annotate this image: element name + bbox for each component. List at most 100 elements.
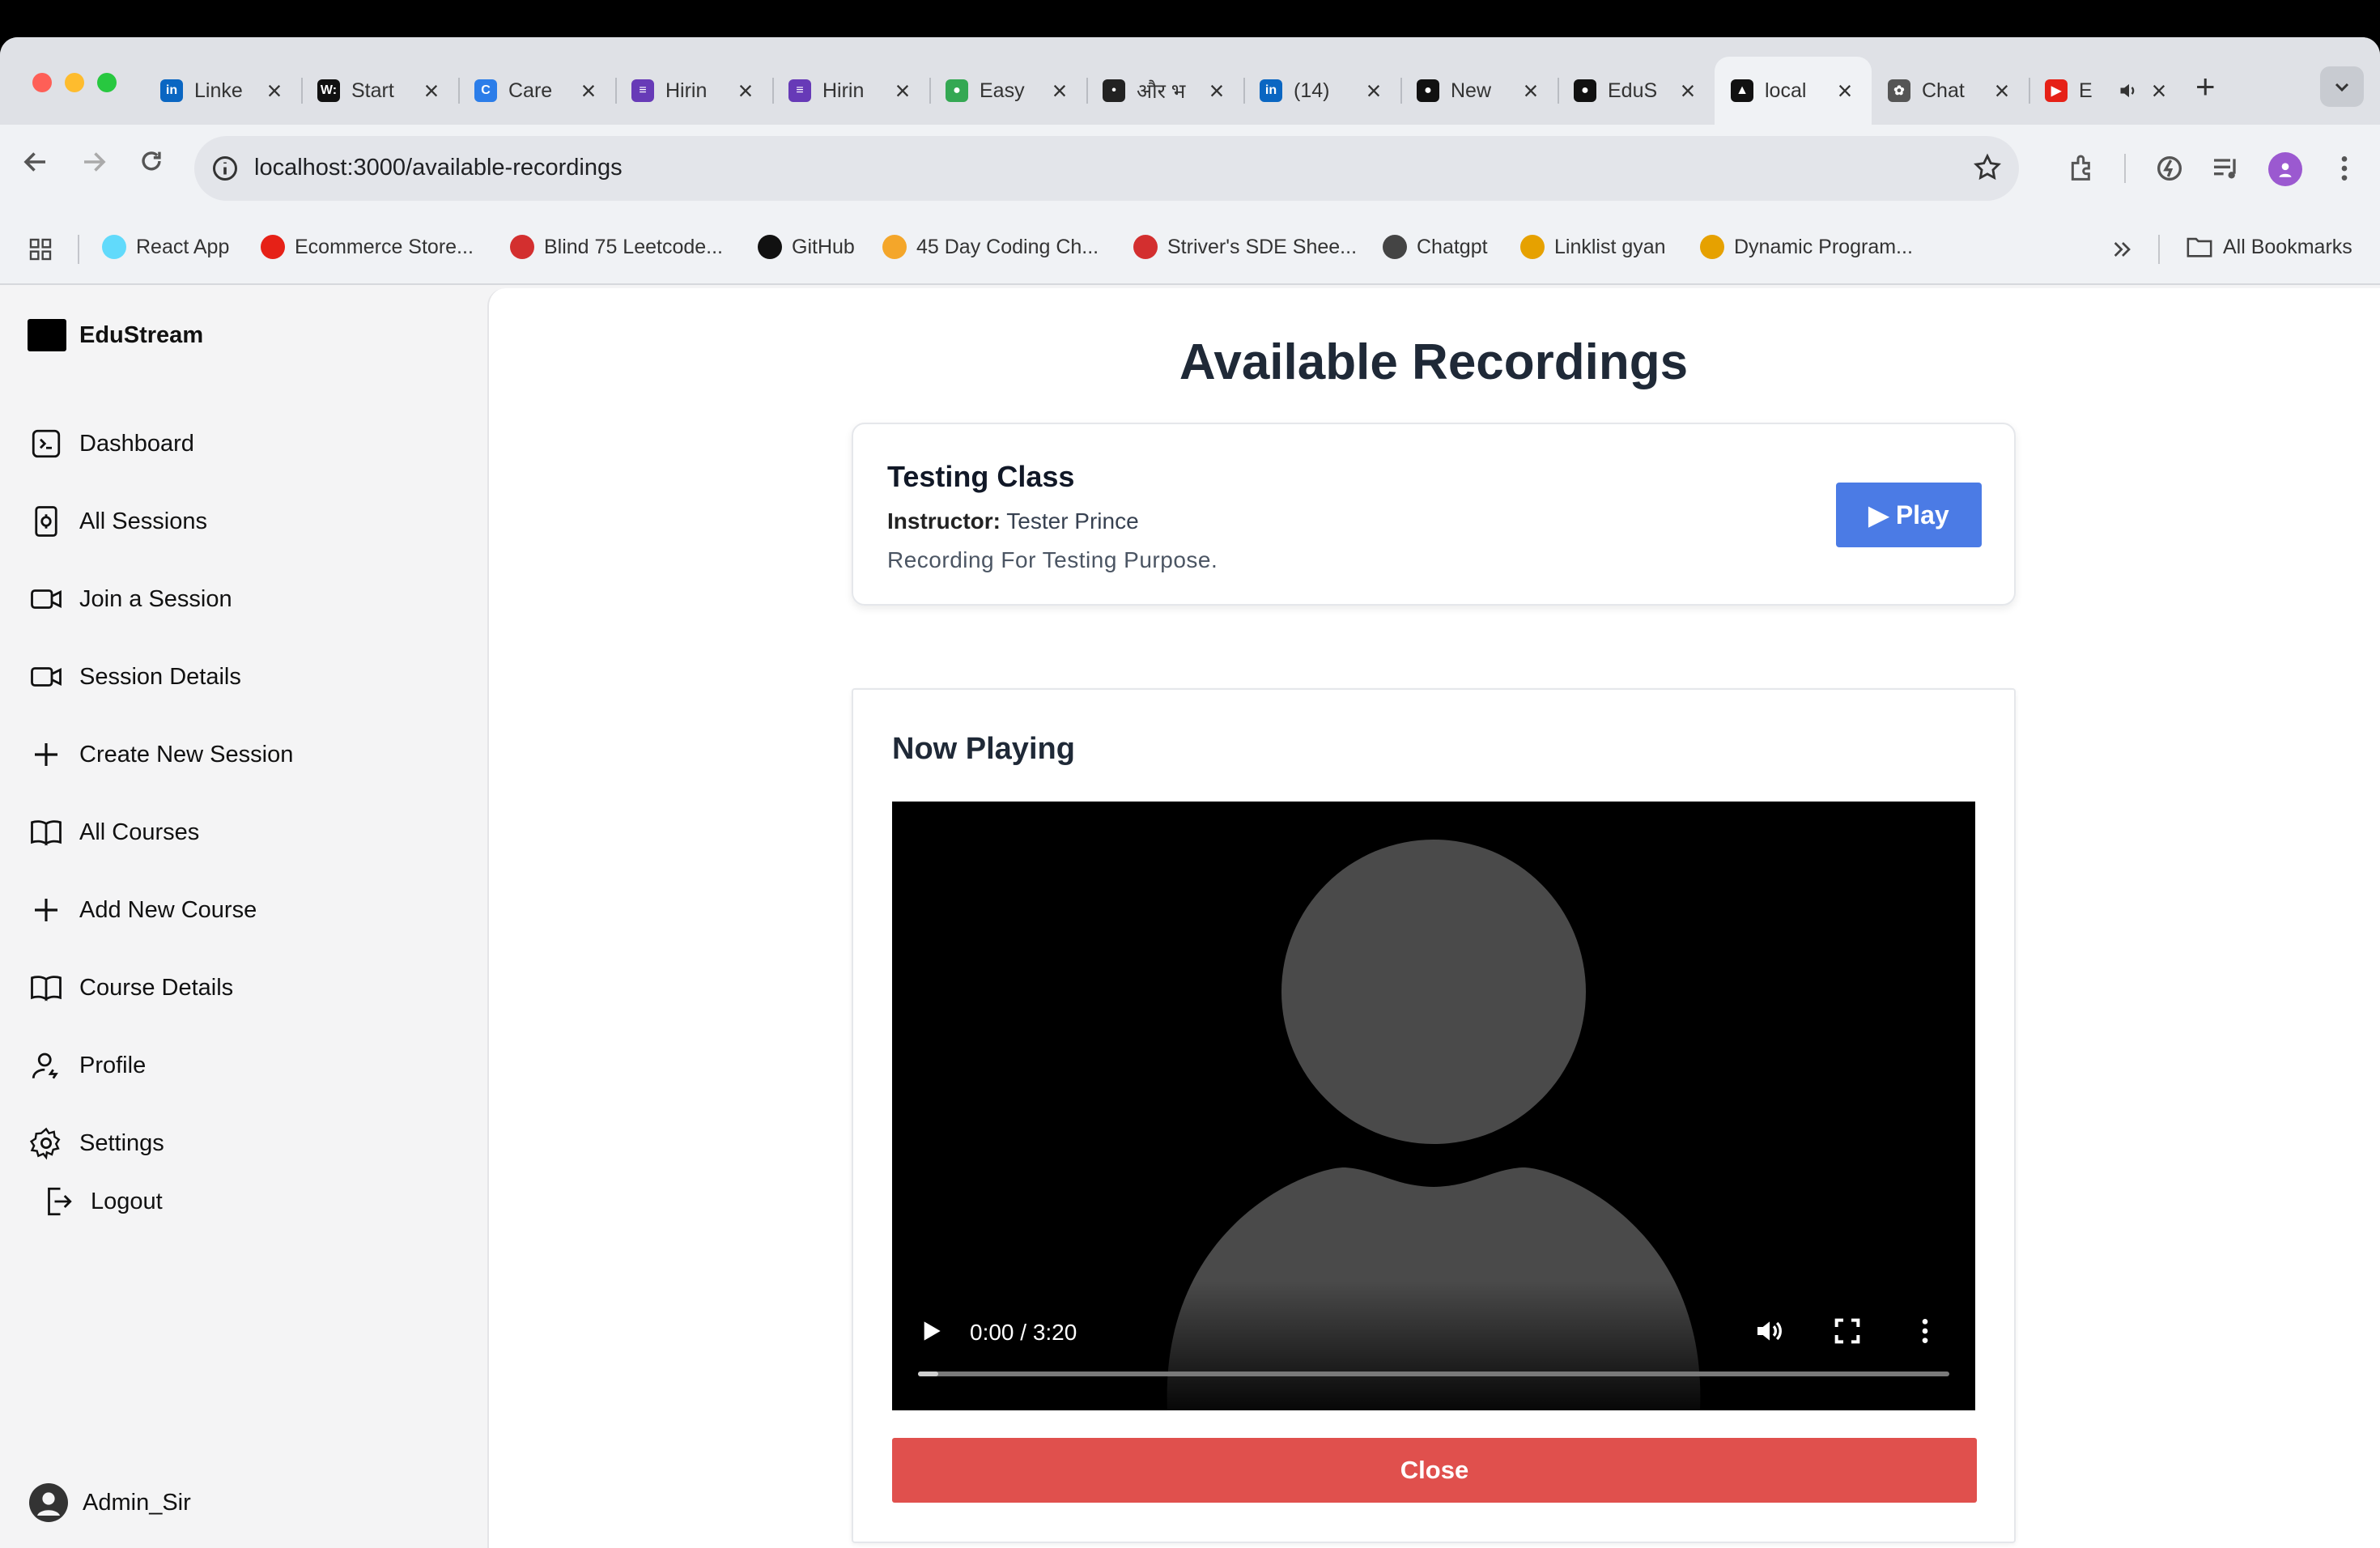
- logout-button[interactable]: Logout: [40, 1182, 163, 1221]
- browser-tab[interactable]: ● Easy ×: [929, 57, 1086, 125]
- tab-favicon-linkedin-icon: in: [160, 79, 183, 102]
- browser-tab[interactable]: in Linke ×: [144, 57, 301, 125]
- forward-button[interactable]: [79, 147, 108, 182]
- profile-icon: [2279, 163, 2292, 177]
- tab-close-icon[interactable]: ×: [1363, 78, 1384, 104]
- sidebar-item-settings[interactable]: Settings: [29, 1124, 164, 1163]
- sidebar-item-all-courses[interactable]: All Courses: [29, 813, 199, 852]
- gear-icon: [29, 1127, 61, 1160]
- sidebar-item-session-details[interactable]: Session Details: [29, 657, 241, 696]
- bookmark-item[interactable]: 45 Day Coding Ch...: [882, 235, 1099, 259]
- brand[interactable]: EduStream: [28, 319, 203, 351]
- tab-search-button[interactable]: [2320, 66, 2364, 107]
- sidebar-item-dashboard[interactable]: Dashboard: [29, 424, 194, 463]
- address-bar[interactable]: localhost:3000/available-recordings: [194, 136, 2019, 201]
- bookmark-item[interactable]: Ecommerce Store...: [261, 235, 474, 259]
- bookmark-item[interactable]: GitHub: [758, 235, 855, 259]
- tab-close-icon[interactable]: ×: [1206, 78, 1227, 104]
- play-button[interactable]: ▶ Play: [1836, 483, 1982, 547]
- volume-icon[interactable]: [1753, 1315, 1786, 1347]
- sidebar-item-label: All Courses: [79, 819, 200, 845]
- browser-tab[interactable]: • और भ ×: [1086, 57, 1243, 125]
- sidebar-item-join-a-session[interactable]: Join a Session: [29, 580, 232, 619]
- new-tab-button[interactable]: +: [2195, 70, 2216, 104]
- bookmark-item[interactable]: React App: [102, 235, 229, 259]
- site-info-icon[interactable]: [210, 154, 240, 183]
- tab-title: E: [2079, 79, 2093, 102]
- tab-close-icon[interactable]: ×: [1049, 78, 1070, 104]
- maximize-window-button[interactable]: [97, 73, 117, 92]
- sidebar-item-profile[interactable]: Profile: [29, 1046, 146, 1085]
- tab-close-icon[interactable]: ×: [1991, 78, 2012, 104]
- reload-button[interactable]: [138, 147, 165, 181]
- tab-close-icon[interactable]: ×: [1520, 78, 1541, 104]
- video-play-icon[interactable]: [915, 1315, 947, 1347]
- sidebar-item-course-details[interactable]: Course Details: [29, 968, 233, 1007]
- tab-favicon-form-icon: ≡: [788, 79, 811, 102]
- reload-icon: [142, 151, 161, 171]
- video-player[interactable]: 0:00 / 3:20: [892, 802, 1975, 1410]
- github-icon: [758, 235, 782, 259]
- tab-close-icon[interactable]: ×: [421, 78, 442, 104]
- browser-tab[interactable]: ≡ Hirin ×: [615, 57, 772, 125]
- browser-tab[interactable]: ≡ Hirin ×: [772, 57, 929, 125]
- sessions-icon: [35, 506, 57, 537]
- extensions-icon[interactable]: [2066, 152, 2098, 185]
- sidebar-item-create-new-session[interactable]: Create New Session: [29, 735, 293, 774]
- tab-favicon-career-icon: C: [474, 79, 497, 102]
- sidebar-item-add-new-course[interactable]: Add New Course: [29, 891, 257, 929]
- tab-title: और भ: [1137, 80, 1186, 103]
- browser-tab[interactable]: ● EduS ×: [1558, 57, 1715, 125]
- tab-close-icon[interactable]: ×: [1834, 78, 1855, 104]
- bookmark-item[interactable]: Chatgpt: [1383, 235, 1488, 259]
- tab-favicon-chatgpt-icon: ✿: [1888, 79, 1910, 102]
- video-progress-bar[interactable]: [918, 1372, 1949, 1376]
- profile-avatar[interactable]: [2268, 152, 2302, 186]
- tab-close-icon[interactable]: ×: [2148, 78, 2170, 104]
- now-playing-panel: Now Playing 0:00 / 3:20 Close: [852, 688, 2016, 1543]
- tab-close-icon[interactable]: ×: [578, 78, 599, 104]
- apps-grid-icon[interactable]: [28, 236, 53, 262]
- tab-close-icon[interactable]: ×: [264, 78, 285, 104]
- tab-audio-icon[interactable]: [2118, 79, 2140, 102]
- forward-arrow-icon: [84, 152, 106, 172]
- tab-favicon-hindi-site-icon: •: [1103, 79, 1125, 102]
- bookmark-item[interactable]: Blind 75 Leetcode...: [510, 235, 723, 259]
- browser-tab[interactable]: C Care ×: [458, 57, 615, 125]
- all-bookmarks-folder[interactable]: All Bookmarks: [2186, 235, 2352, 259]
- browser-tab[interactable]: W: Start ×: [301, 57, 458, 125]
- user-menu[interactable]: Admin_Sir: [29, 1483, 191, 1522]
- video-options-icon[interactable]: [1909, 1315, 1941, 1347]
- back-button[interactable]: [21, 147, 50, 182]
- user-avatar: [29, 1483, 68, 1522]
- tab-close-icon[interactable]: ×: [1677, 78, 1698, 104]
- minimize-window-button[interactable]: [65, 73, 84, 92]
- bookmark-item[interactable]: Linklist gyan: [1520, 235, 1666, 259]
- all-bookmarks-label: All Bookmarks: [2223, 235, 2352, 258]
- tab-title: Linke: [194, 79, 243, 102]
- bookmark-item[interactable]: Dynamic Program...: [1700, 235, 1913, 259]
- close-player-button[interactable]: Close: [892, 1438, 1977, 1503]
- browser-tab[interactable]: ▲ local ×: [1715, 57, 1872, 125]
- browser-toolbar: localhost:3000/available-recordings: [0, 125, 2380, 214]
- browser-tab[interactable]: ● New ×: [1400, 57, 1558, 125]
- bookmark-label: Chatgpt: [1417, 235, 1488, 258]
- url-text[interactable]: localhost:3000/available-recordings: [254, 155, 623, 181]
- browser-menu-icon[interactable]: [2328, 152, 2361, 185]
- tab-close-icon[interactable]: ×: [892, 78, 913, 104]
- fullscreen-icon[interactable]: [1831, 1315, 1864, 1347]
- close-window-button[interactable]: [32, 73, 52, 92]
- browser-tab[interactable]: ✿ Chat ×: [1872, 57, 2029, 125]
- browser-tab[interactable]: in (14) ×: [1243, 57, 1400, 125]
- more-bookmarks-icon[interactable]: [2110, 236, 2136, 262]
- sidebar-item-label: Dashboard: [79, 430, 194, 457]
- bookmark-star-icon[interactable]: [1972, 152, 2003, 183]
- bookmark-item[interactable]: Striver's SDE Shee...: [1133, 235, 1357, 259]
- sidebar-item-label: Join a Session: [79, 585, 232, 612]
- performance-icon[interactable]: [2153, 152, 2186, 185]
- browser-tab[interactable]: ▶ E ×: [2029, 57, 2186, 125]
- media-control-icon[interactable]: [2210, 152, 2242, 185]
- page-title: Available Recordings: [1179, 334, 1689, 390]
- tab-close-icon[interactable]: ×: [735, 78, 756, 104]
- sidebar-item-all-sessions[interactable]: All Sessions: [29, 502, 207, 541]
